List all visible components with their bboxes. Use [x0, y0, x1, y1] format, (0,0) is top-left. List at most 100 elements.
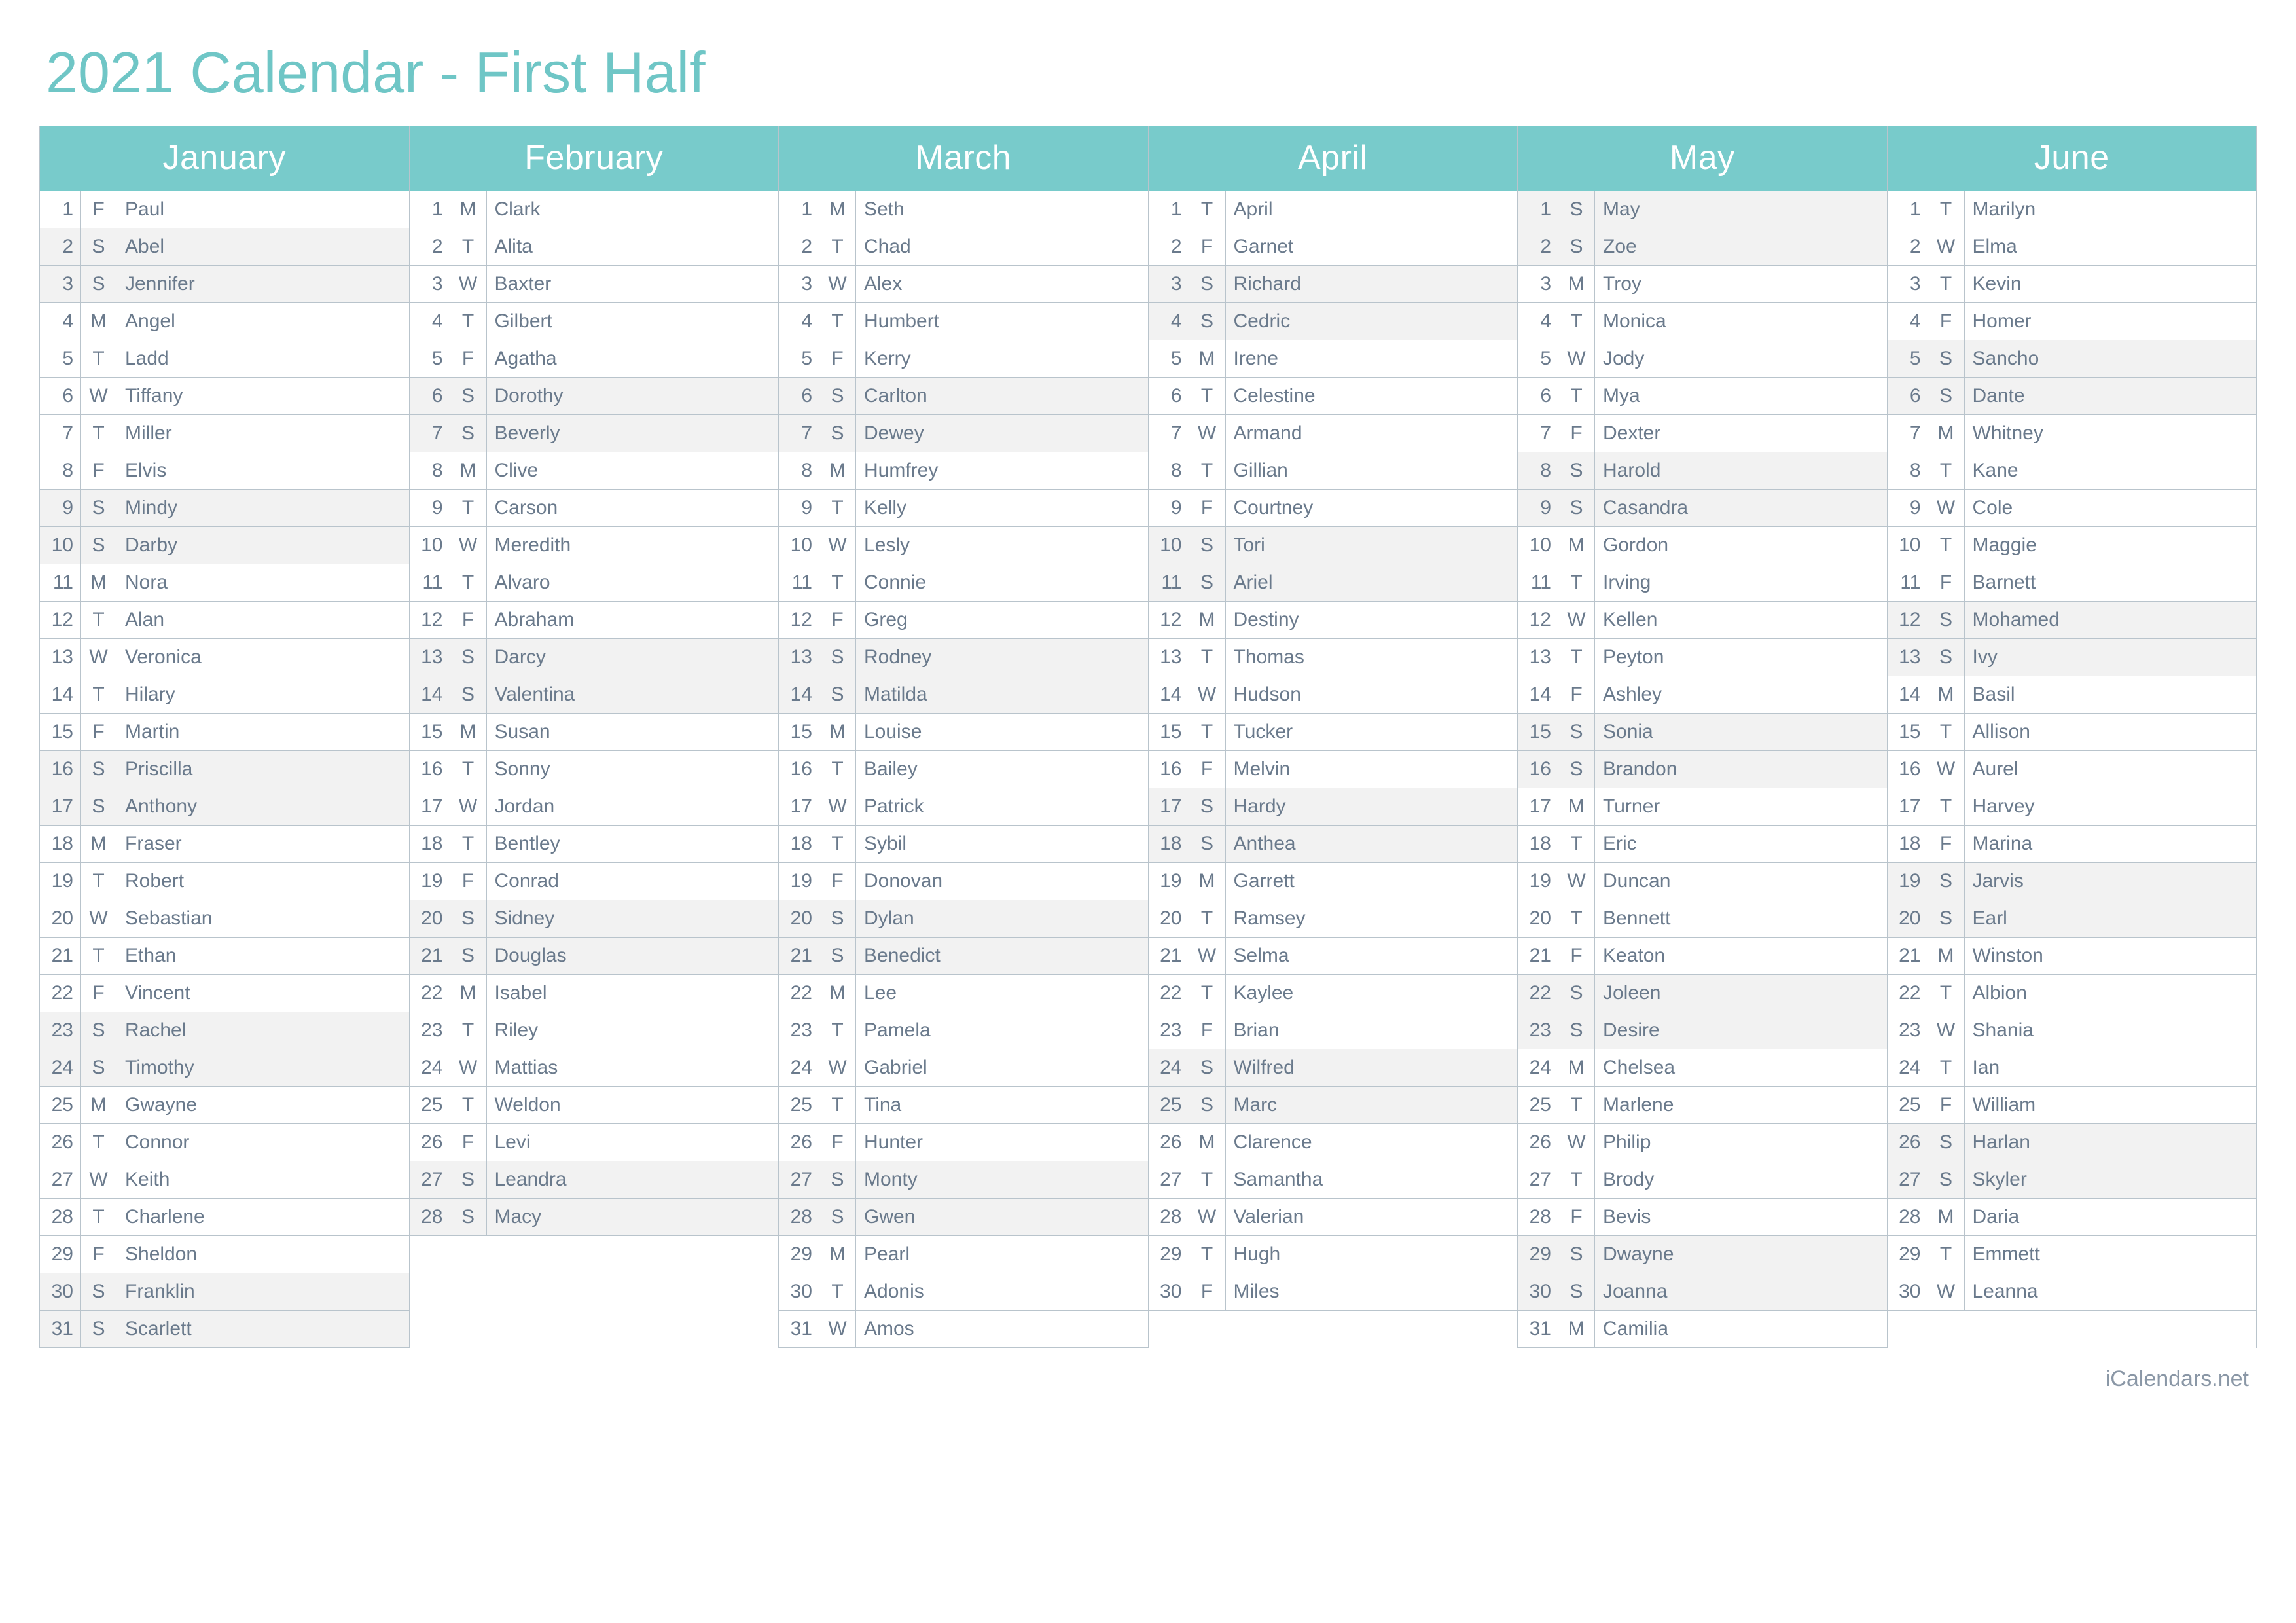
- day-number: 9: [779, 490, 819, 526]
- day-weekday: F: [450, 863, 487, 900]
- day-number: 14: [410, 676, 450, 713]
- day-name: Ariel: [1226, 564, 1518, 601]
- day-number: 6: [40, 378, 81, 414]
- day-row: 19FDonovan: [779, 863, 1149, 900]
- day-weekday: S: [819, 415, 856, 452]
- day-number: 10: [1518, 527, 1558, 564]
- day-row: 15MLouise: [779, 714, 1149, 751]
- day-row: 28WValerian: [1149, 1199, 1518, 1236]
- day-row: 10MGordon: [1518, 527, 1888, 564]
- day-name: Alvaro: [487, 564, 780, 601]
- day-name: Gwen: [856, 1199, 1149, 1235]
- day-weekday: W: [1928, 490, 1965, 526]
- day-weekday: T: [1558, 826, 1595, 862]
- day-number: 24: [779, 1049, 819, 1086]
- day-number: 18: [1518, 826, 1558, 862]
- day-name: Carson: [487, 490, 780, 526]
- day-row: 5FKerry: [779, 340, 1149, 378]
- day-name: Dwayne: [1595, 1236, 1888, 1273]
- day-weekday: M: [1558, 527, 1595, 564]
- day-name: Whitney: [1965, 415, 2257, 452]
- day-row: 17SHardy: [1149, 788, 1518, 826]
- day-name: Franklin: [117, 1273, 410, 1310]
- day-number: 29: [1888, 1236, 1928, 1273]
- day-weekday: W: [819, 788, 856, 825]
- day-weekday: T: [819, 1087, 856, 1123]
- day-number: 9: [410, 490, 450, 526]
- day-number: 14: [779, 676, 819, 713]
- day-weekday: W: [450, 788, 487, 825]
- day-weekday: W: [1558, 863, 1595, 900]
- day-weekday: T: [1558, 564, 1595, 601]
- month-column: March1MSeth2TChad3WAlex4THumbert5FKerry6…: [779, 126, 1149, 1348]
- day-number: 11: [1888, 564, 1928, 601]
- day-name: Cedric: [1226, 303, 1518, 340]
- day-number: 11: [779, 564, 819, 601]
- day-number: 29: [1149, 1236, 1189, 1273]
- day-name: Bevis: [1595, 1199, 1888, 1235]
- day-weekday: F: [81, 975, 117, 1012]
- day-name: Mattias: [487, 1049, 780, 1086]
- day-row: 29FSheldon: [40, 1236, 410, 1273]
- day-weekday: T: [1558, 1087, 1595, 1123]
- day-row: 1TMarilyn: [1888, 191, 2257, 228]
- day-weekday: T: [1928, 714, 1965, 750]
- day-row: 2WElma: [1888, 228, 2257, 266]
- day-row: 1MSeth: [779, 191, 1149, 228]
- day-weekday: W: [81, 900, 117, 937]
- day-number: 22: [410, 975, 450, 1012]
- day-row: 18TBentley: [410, 826, 780, 863]
- day-weekday: W: [450, 1049, 487, 1086]
- day-weekday: T: [450, 303, 487, 340]
- day-row: 18TEric: [1518, 826, 1888, 863]
- day-number: 3: [779, 266, 819, 302]
- day-weekday: S: [450, 1161, 487, 1198]
- day-row: 25TMarlene: [1518, 1087, 1888, 1124]
- day-weekday: S: [1928, 1124, 1965, 1161]
- day-row: 13SRodney: [779, 639, 1149, 676]
- day-weekday: F: [1189, 1012, 1226, 1049]
- day-number: 3: [410, 266, 450, 302]
- day-name: Celestine: [1226, 378, 1518, 414]
- day-number: 1: [779, 191, 819, 228]
- day-name: Nora: [117, 564, 410, 601]
- day-weekday: S: [819, 938, 856, 974]
- day-row: 10WLesly: [779, 527, 1149, 564]
- day-row: 21WSelma: [1149, 938, 1518, 975]
- day-row: 29SDwayne: [1518, 1236, 1888, 1273]
- day-weekday: T: [819, 1012, 856, 1049]
- day-weekday: S: [1558, 1236, 1595, 1273]
- day-number: 10: [1888, 527, 1928, 564]
- day-name: Lee: [856, 975, 1149, 1012]
- day-number: 15: [1149, 714, 1189, 750]
- day-row: 18TSybil: [779, 826, 1149, 863]
- day-number: 16: [1149, 751, 1189, 788]
- day-number: 5: [410, 340, 450, 377]
- calendar-grid: January1FPaul2SAbel3SJennifer4MAngel5TLa…: [39, 126, 2257, 1348]
- day-row: 4FHomer: [1888, 303, 2257, 340]
- day-weekday: M: [1558, 788, 1595, 825]
- day-row: 12FAbraham: [410, 602, 780, 639]
- day-row: 1TApril: [1149, 191, 1518, 228]
- day-name: Susan: [487, 714, 780, 750]
- day-name: Monty: [856, 1161, 1149, 1198]
- day-number: 25: [1518, 1087, 1558, 1123]
- day-name: Scarlett: [117, 1311, 410, 1347]
- day-weekday: M: [450, 452, 487, 489]
- day-name: Patrick: [856, 788, 1149, 825]
- day-name: Conrad: [487, 863, 780, 900]
- day-row: 7TMiller: [40, 415, 410, 452]
- month-column: April1TApril2FGarnet3SRichard4SCedric5MI…: [1149, 126, 1518, 1348]
- day-row: 24SWilfred: [1149, 1049, 1518, 1087]
- day-weekday: M: [1558, 266, 1595, 302]
- day-name: Anthony: [117, 788, 410, 825]
- day-number: 30: [779, 1273, 819, 1310]
- day-name: Desire: [1595, 1012, 1888, 1049]
- day-row: 22MIsabel: [410, 975, 780, 1012]
- day-name: Brian: [1226, 1012, 1518, 1049]
- day-number: 30: [1518, 1273, 1558, 1310]
- day-number: 11: [40, 564, 81, 601]
- day-name: Joanna: [1595, 1273, 1888, 1310]
- day-weekday: T: [1189, 714, 1226, 750]
- day-number: 26: [40, 1124, 81, 1161]
